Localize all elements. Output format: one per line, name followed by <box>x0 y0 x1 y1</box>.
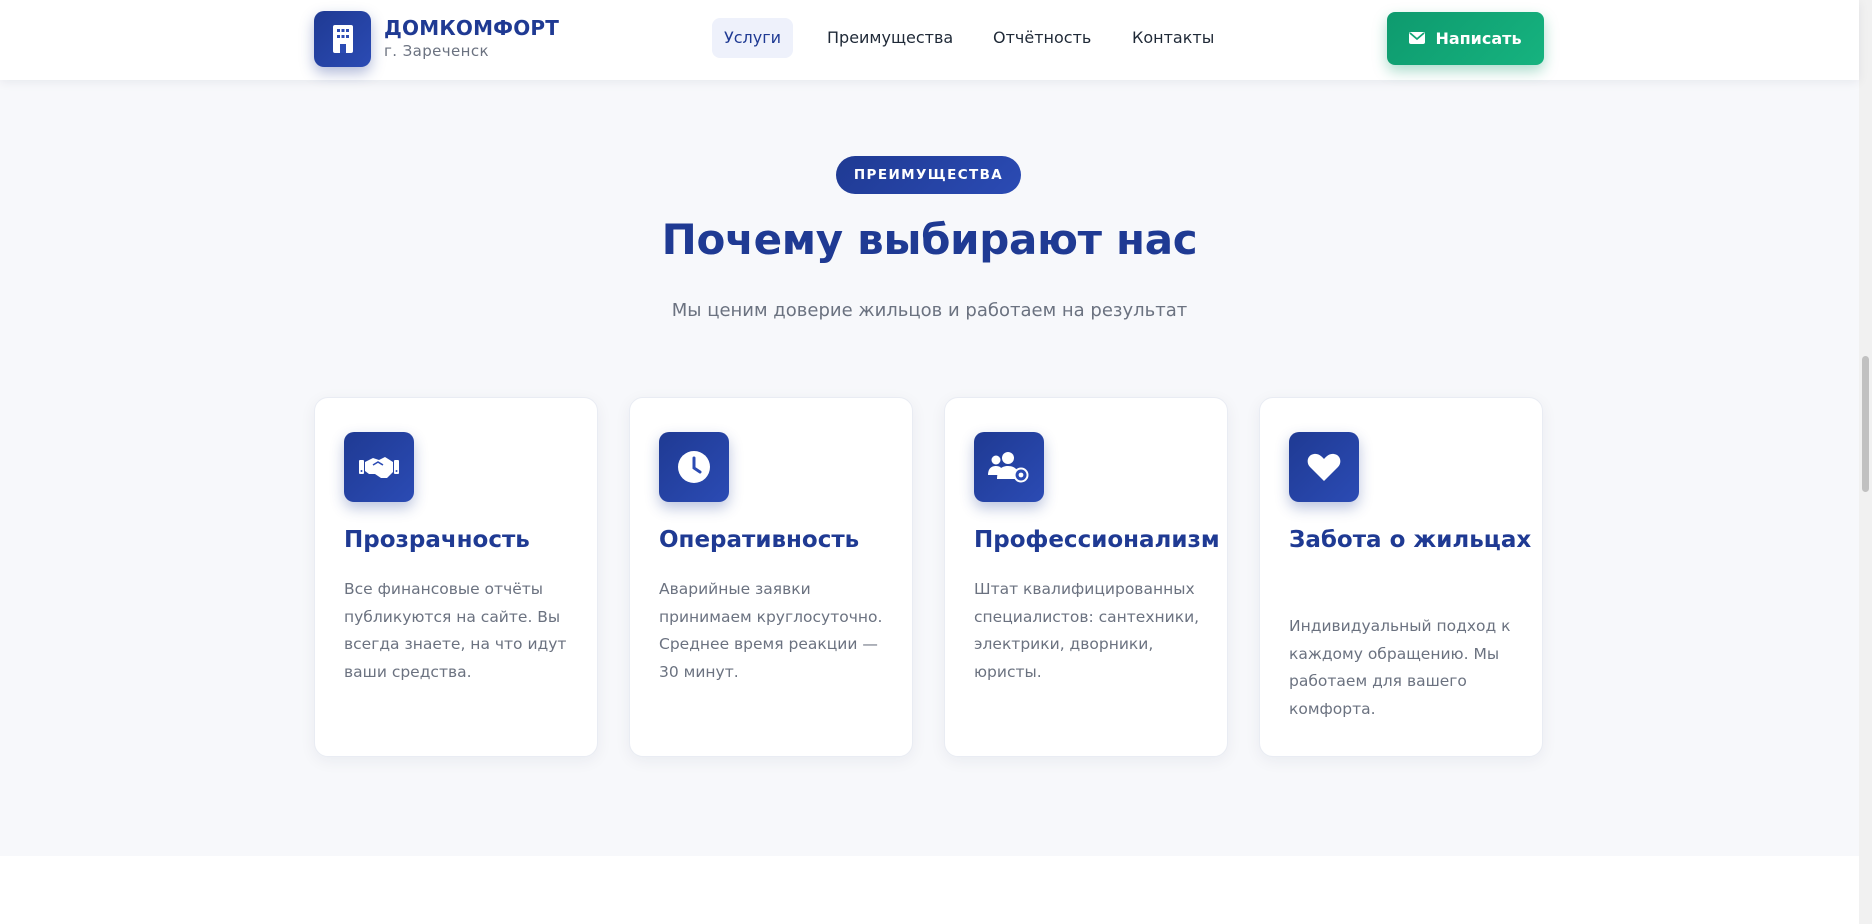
advantage-card-speed: Оперативность Аварийные заявки принимаем… <box>629 397 913 757</box>
card-text: Все финансовые отчёты публикуются на сай… <box>344 580 567 681</box>
clock-icon <box>659 432 729 502</box>
envelope-icon <box>1409 29 1426 48</box>
next-section <box>0 856 1859 924</box>
nav-item-contacts[interactable]: Контакты <box>1120 18 1226 58</box>
heart-icon <box>1289 432 1359 502</box>
brand-city: г. Зареченск <box>384 42 489 60</box>
write-button-label: Написать <box>1435 29 1522 48</box>
card-title: Забота о жильцах <box>1289 527 1532 553</box>
advantage-card-transparency: Прозрачность Все финансовые отчёты публи… <box>314 397 598 757</box>
site-header: ДОМКОМФОРТ г. Зареченск Услуги Преимущес… <box>0 0 1859 80</box>
advantage-card-care: Забота о жильцах Индивидуальный подход к… <box>1259 397 1543 757</box>
section-badge: ПРЕИМУЩЕСТВА <box>836 156 1021 194</box>
handshake-icon <box>344 432 414 502</box>
card-title: Прозрачность <box>344 527 530 553</box>
advantages-section <box>0 80 1859 856</box>
building-logo-icon[interactable] <box>314 11 371 67</box>
advantage-card-professionalism: Профессионализм Штат квалифицированных с… <box>944 397 1228 757</box>
card-title: Оперативность <box>659 527 860 553</box>
section-title: Почему выбирают нас <box>661 215 1198 264</box>
card-text: Аварийные заявки принимаем круглосуточно… <box>659 580 883 681</box>
scrollbar-thumb[interactable] <box>1862 356 1869 492</box>
card-title: Профессионализм <box>974 527 1220 553</box>
scrollbar[interactable] <box>1859 0 1872 924</box>
card-text: Индивидуальный подход к каждому обращени… <box>1289 617 1511 718</box>
section-subtitle: Мы ценим доверие жильцов и работаем на р… <box>671 300 1188 321</box>
users-gear-icon <box>974 432 1044 502</box>
nav-item-services[interactable]: Услуги <box>712 18 794 58</box>
card-text: Штат квалифицированных специалистов: сан… <box>974 580 1200 681</box>
nav-item-advantages[interactable]: Преимущества <box>815 18 965 58</box>
brand-name[interactable]: ДОМКОМФОРТ <box>384 16 559 40</box>
nav-item-reports[interactable]: Отчётность <box>981 18 1103 58</box>
write-button[interactable]: Написать <box>1387 12 1544 65</box>
